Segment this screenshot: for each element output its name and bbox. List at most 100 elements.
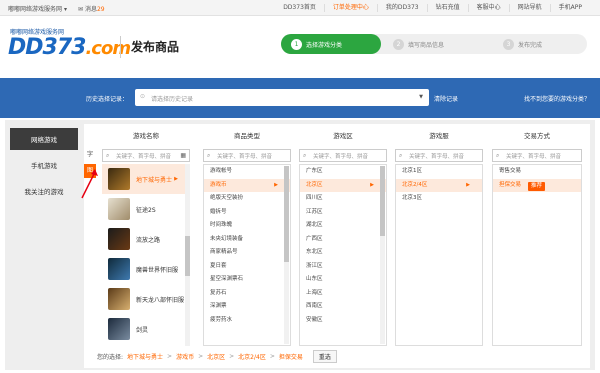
zone-item[interactable]: 山东区 [300, 273, 386, 287]
trade-search-input[interactable]: ⌕ 关键字、首字母、拼音 [492, 149, 582, 162]
trade-column-header: 交易方式 [524, 132, 550, 140]
nav-diamond-recharge[interactable]: 钻石充值 [426, 4, 468, 12]
type-item[interactable]: 复苏石 [204, 287, 290, 301]
type-list-scrollbar[interactable] [284, 166, 289, 344]
zone-item[interactable]: 浙江区 [300, 260, 386, 274]
zone-item[interactable]: 西南区 [300, 300, 386, 314]
grid-icon[interactable]: ▦ [180, 152, 186, 159]
zone-item[interactable]: 北京区 ▶ [300, 178, 386, 192]
nav-online-games[interactable]: 网络游戏 [10, 128, 78, 150]
nav-home[interactable]: DD373首页 [275, 4, 324, 12]
game-item[interactable]: 征途2S [102, 194, 190, 224]
game-list-scrollbar[interactable] [185, 164, 190, 346]
type-item[interactable]: 时间珠魄 [204, 219, 290, 233]
server-column: 游戏服 ⌕ 关键字、首字母、拼音 北京1区 北京2/4区 ▶ 北京3区 [395, 124, 483, 368]
history-label: 历史选择记录： [86, 96, 129, 103]
trade-column: 交易方式 ⌕ 关键字、首字母、拼音 寄售交易 担保交易 [492, 124, 582, 368]
messages-link[interactable]: ✉ 消息29 [78, 4, 105, 13]
chevron-down-icon: ▼ [419, 94, 423, 100]
nav-customer-service[interactable]: 客服中心 [467, 4, 509, 12]
search-icon: ⊙ [140, 93, 146, 100]
selected-server: 北京2/4区 [238, 353, 266, 361]
site-greeting[interactable]: 嘟嘟网络游戏服务网 ▾ [8, 4, 67, 13]
nav-order-center[interactable]: 订单处理中心 [323, 4, 377, 12]
nav-mobile-app[interactable]: 手机APP [549, 4, 590, 12]
header: 嘟嘟网络游戏服务网 DD373.com 发布商品 1 选择游戏分类 2 填写商品信息… [0, 16, 600, 76]
zone-search-input[interactable]: ⌕ 关键字、首字母、拼音 [299, 149, 387, 162]
category-panel: 游戏名称 ⌕ 关键字、首字母、拼音 ▦ 地下城与勇士 ▶ 征途2S 流放之路 魔… [84, 124, 590, 368]
chevron-right-icon: ▶ [370, 181, 374, 188]
selection-label: 您的选择: [97, 353, 124, 361]
type-column: 商品类型 ⌕ 关键字、首字母、拼音 游戏帐号 游戏币 ▶ 绝版天空装扮 婚拆号 时… [203, 124, 291, 368]
search-icon: ⌕ [106, 152, 110, 159]
type-item[interactable]: 深渊票 [204, 300, 290, 314]
type-column-header: 商品类型 [234, 132, 260, 140]
type-item[interactable]: 婚拆号 [204, 206, 290, 220]
server-item[interactable]: 北京1区 [396, 165, 482, 179]
nav-my-account[interactable]: 我的DD373 [376, 4, 427, 12]
nav-followed-games[interactable]: 我关注的游戏 [10, 180, 78, 202]
zone-item[interactable]: 湖北区 [300, 219, 386, 233]
game-item[interactable]: 新天龙八部怀旧服 [102, 284, 190, 314]
chevron-right-icon: ▶ [174, 176, 178, 182]
server-column-header: 游戏服 [429, 132, 449, 140]
step-3: 3 发布完成 [503, 34, 542, 54]
server-item[interactable]: 北京3区 [396, 192, 482, 206]
search-icon: ⌕ [399, 152, 403, 159]
type-item[interactable]: 游戏币 ▶ [204, 178, 290, 192]
category-not-found-link[interactable]: 找不到您要的游戏分类？ [524, 94, 590, 103]
text-view-toggle[interactable]: 字 [84, 148, 96, 162]
selected-trade: 担保交易 [278, 353, 303, 361]
type-item[interactable]: 游戏帐号 [204, 165, 290, 179]
game-thumbnail [108, 318, 130, 340]
chevron-right-icon: ▶ [274, 181, 278, 188]
type-item[interactable]: 绝版天空装扮 [204, 192, 290, 206]
step-1: 1 选择游戏分类 [281, 34, 381, 54]
nav-site-map[interactable]: 网站导航 [508, 4, 550, 12]
game-thumbnail [108, 198, 130, 220]
top-bar: 嘟嘟网络游戏服务网 ▾ ✉ 消息29 DD373首页 订单处理中心 我的DD37… [0, 0, 600, 16]
zone-list: 广东区 北京区 ▶ 四川区 江苏区 湖北区 广西区 东北区 浙江区 山东区 上海区… [299, 164, 387, 346]
type-item[interactable]: 疲劳药水 [204, 314, 290, 328]
type-search-input[interactable]: ⌕ 关键字、首字母、拼音 [203, 149, 291, 162]
game-item[interactable]: 地下城与勇士 ▶ [102, 164, 190, 194]
history-band: 历史选择记录： ⊙ 请选择历史记录 ▼ 清除记录 找不到您要的游戏分类？ [0, 78, 600, 118]
game-thumbnail [108, 258, 130, 280]
game-thumbnail [108, 168, 130, 190]
page-title: 发布商品 [131, 40, 180, 54]
type-item[interactable]: 夏日套 [204, 260, 290, 274]
zone-item[interactable]: 四川区 [300, 192, 386, 206]
type-list: 游戏帐号 游戏币 ▶ 绝版天空装扮 婚拆号 时间珠魄 未央幻境装备 商家精品号 夏… [203, 164, 291, 346]
type-item[interactable]: 商家精品号 [204, 246, 290, 260]
history-placeholder: 请选择历史记录 [151, 96, 194, 103]
zone-item[interactable]: 东北区 [300, 246, 386, 260]
server-item[interactable]: 北京2/4区 ▶ [396, 178, 482, 192]
search-icon: ⌕ [207, 152, 211, 159]
trade-item[interactable]: 寄售交易 [493, 165, 581, 179]
top-nav: DD373首页 订单处理中心 我的DD373 钻石充值 客服中心 网站导航 手机… [275, 0, 590, 16]
type-item[interactable]: 未央幻境装备 [204, 233, 290, 247]
zone-item[interactable]: 广东区 [300, 165, 386, 179]
selected-type: 游戏币 [176, 353, 195, 361]
zone-item[interactable]: 广西区 [300, 233, 386, 247]
zone-column: 游戏区 ⌕ 关键字、首字母、拼音 广东区 北京区 ▶ 四川区 江苏区 湖北区 广西… [299, 124, 387, 368]
nav-mobile-games[interactable]: 手机游戏 [10, 154, 78, 176]
game-item[interactable]: 剑灵 [102, 314, 190, 344]
reset-button[interactable]: 重选 [312, 349, 337, 363]
game-item[interactable]: 魔兽世界怀旧服 [102, 254, 190, 284]
site-logo[interactable]: DD373.com [8, 35, 131, 60]
message-count: 29 [96, 6, 105, 13]
type-item[interactable]: 星空深渊票石 [204, 273, 290, 287]
clear-history-link[interactable]: 清除记录 [434, 94, 458, 103]
selected-game: 地下城与勇士 [127, 353, 164, 361]
zone-item[interactable]: 安徽区 [300, 314, 386, 328]
server-search-input[interactable]: ⌕ 关键字、首字母、拼音 [395, 149, 483, 162]
game-thumbnail [108, 288, 130, 310]
game-thumbnail [108, 228, 130, 250]
history-select[interactable]: ⊙ 请选择历史记录 ▼ [135, 89, 429, 106]
zone-item[interactable]: 江苏区 [300, 206, 386, 220]
game-item[interactable]: 流放之路 [102, 224, 190, 254]
zone-list-scrollbar[interactable] [380, 166, 385, 344]
game-search-input[interactable]: ⌕ 关键字、首字母、拼音 ▦ [102, 149, 190, 162]
zone-item[interactable]: 上海区 [300, 287, 386, 301]
